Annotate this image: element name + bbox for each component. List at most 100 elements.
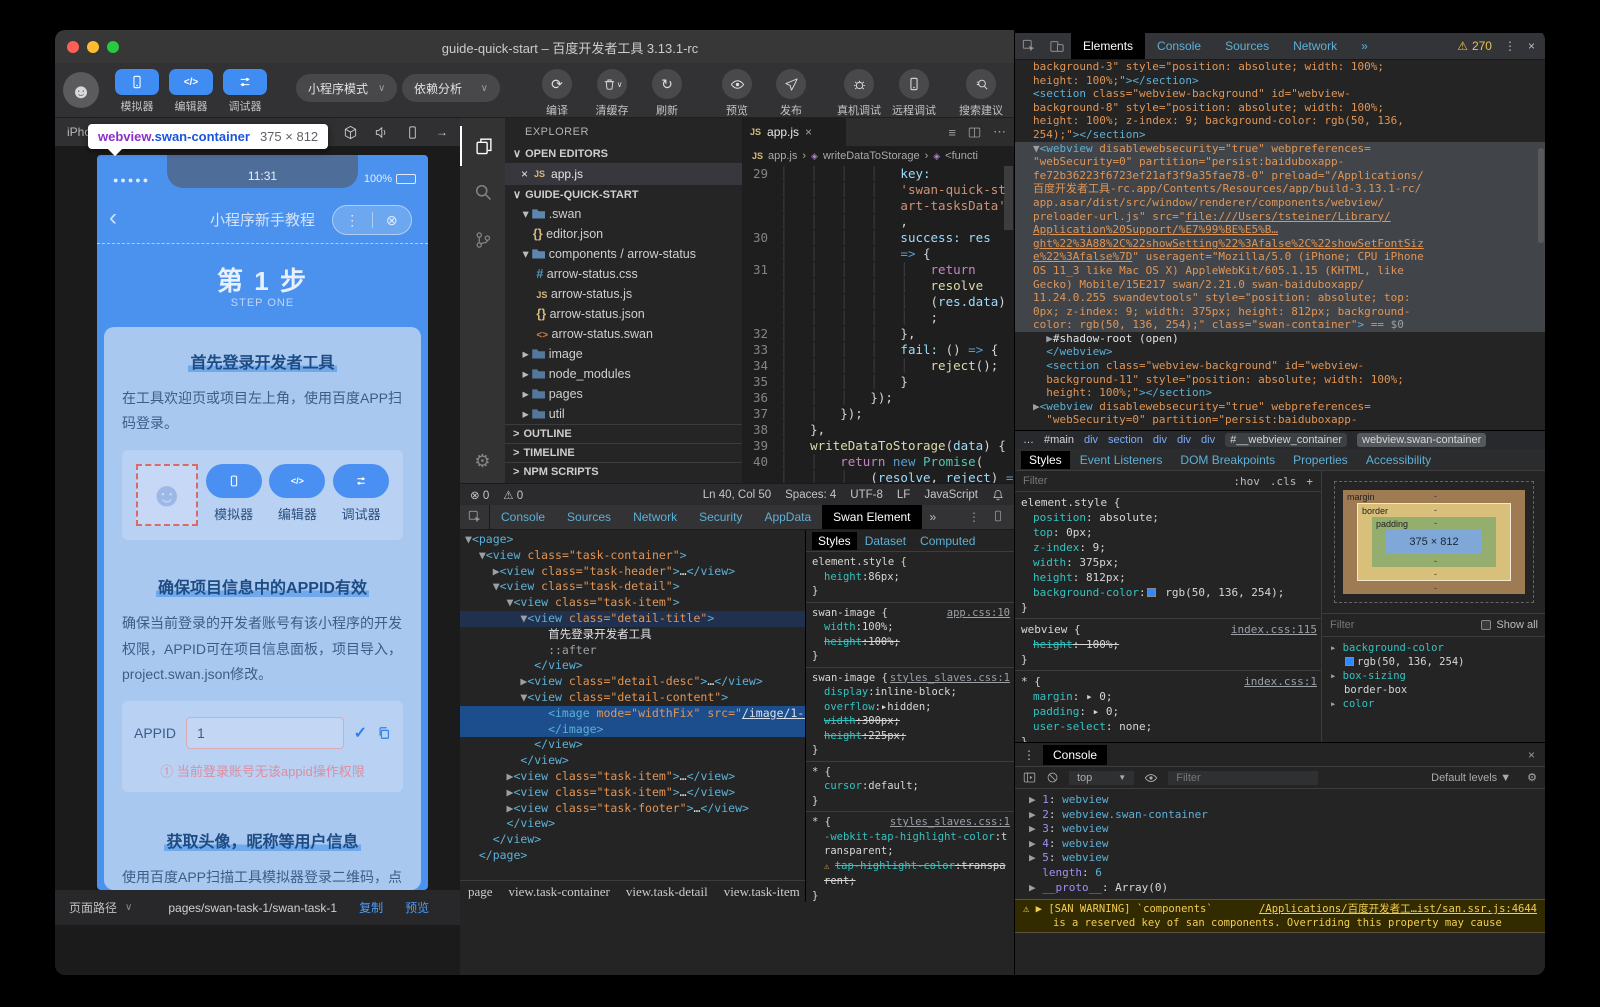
- css-property[interactable]: top: 0px;: [1021, 525, 1317, 540]
- code-line[interactable]: │ │ │ │ art-tasksData': [742, 198, 1014, 214]
- console-tab[interactable]: Console: [1043, 745, 1107, 765]
- more-actions-icon[interactable]: ⋯: [993, 124, 1006, 140]
- console-entry[interactable]: ▶ __proto__: Array(0): [1029, 881, 1545, 896]
- dom-tree-line[interactable]: height: 100%; z-index: 9; background-col…: [1015, 114, 1545, 128]
- crumb-selected[interactable]: webview.swan-container: [1357, 433, 1486, 447]
- tab-event-listeners[interactable]: Event Listeners: [1072, 451, 1171, 469]
- rotate-device-icon[interactable]: [405, 125, 420, 140]
- editor-scrollbar[interactable]: [1004, 166, 1013, 230]
- crumb[interactable]: #__webview_container: [1225, 433, 1347, 447]
- outline-section[interactable]: >OUTLINE: [505, 424, 742, 443]
- dom-tree-line[interactable]: background-3" style="position: absolute;…: [1015, 60, 1545, 74]
- encoding[interactable]: UTF-8: [850, 489, 883, 501]
- crumb[interactable]: #main: [1044, 434, 1074, 446]
- bell-icon[interactable]: [992, 489, 1004, 501]
- file-tree-item[interactable]: ▸ util: [505, 404, 742, 424]
- code-line[interactable]: │ │ │ │ ,: [742, 214, 1014, 230]
- css-rule[interactable]: index.css:115webview {height: 100%;}: [1015, 619, 1321, 671]
- console-settings-gear-icon[interactable]: ⚙: [1527, 771, 1537, 784]
- computed-property[interactable]: ▸ color: [1330, 697, 1538, 711]
- close-window-button[interactable]: [67, 41, 79, 53]
- element-tree-node[interactable]: </page>: [460, 848, 805, 864]
- expand-arrow-icon[interactable]: ▶: [1036, 902, 1042, 916]
- css-property[interactable]: padding: ▸ 0;: [1021, 704, 1317, 719]
- tab-elements[interactable]: Elements: [1071, 33, 1145, 59]
- tab-console[interactable]: Console: [1145, 33, 1213, 59]
- explorer-icon[interactable]: [460, 126, 505, 166]
- kebab-menu-icon[interactable]: ⋮: [1015, 748, 1043, 762]
- code-line[interactable]: 36│ │ │ });: [742, 390, 1014, 406]
- css-property[interactable]: position: absolute;: [1021, 510, 1317, 525]
- language-mode[interactable]: JavaScript: [924, 489, 978, 501]
- editor-breadcrumb[interactable]: JS app.js› ◈ writeDataToStorage› ◈ <func…: [742, 146, 1014, 166]
- indentation[interactable]: Spaces: 4: [785, 489, 836, 501]
- console-log[interactable]: ▶ 1: webview▶ 2: webview.swan-container▶…: [1015, 789, 1545, 895]
- confirm-check-icon[interactable]: ✓: [354, 723, 367, 743]
- swan-element-tree[interactable]: ▼<page> ▼<view class="task-container"> ▶…: [460, 530, 805, 880]
- user-avatar[interactable]: ☻: [63, 72, 99, 108]
- expand-arrow-icon[interactable]: →: [436, 125, 448, 139]
- maximize-window-button[interactable]: [107, 41, 119, 53]
- cube-icon[interactable]: [343, 125, 358, 140]
- tab-network[interactable]: Network: [1281, 33, 1349, 59]
- tab-dom-breakpoints[interactable]: DOM Breakpoints: [1172, 451, 1283, 469]
- dependency-analysis-dropdown[interactable]: 依赖分析∨: [402, 74, 500, 102]
- console-entry[interactable]: ▶ 3: webview: [1029, 822, 1545, 837]
- dom-tree-line[interactable]: OS 11_3 like Mac OS X) AppleWebKit/605.1…: [1015, 264, 1545, 278]
- code-line[interactable]: 30│ │ │ │ success: res: [742, 230, 1014, 246]
- element-tree-node[interactable]: ▼<page>: [460, 532, 805, 548]
- copy-icon[interactable]: [377, 726, 391, 740]
- css-property[interactable]: user-select: none;: [1021, 719, 1317, 734]
- code-line[interactable]: │ │ │ │ │ (res.data): [742, 294, 1014, 310]
- console-entry[interactable]: ▶ 5: webview: [1029, 851, 1545, 866]
- dom-tree-line[interactable]: e%22%3Afalse%7D" useragent="Mozilla/5.0 …: [1015, 250, 1545, 264]
- preview-button[interactable]: 预览: [709, 69, 765, 118]
- dom-tree-line[interactable]: 254);"></section>: [1015, 128, 1545, 142]
- console-entry[interactable]: length: 6: [1029, 866, 1545, 881]
- code-line[interactable]: │ │ │ │ => {: [742, 246, 1014, 262]
- css-property[interactable]: width:300px;: [812, 714, 1010, 729]
- dom-tree-line[interactable]: ▼<webview disablewebsecurity="true" webp…: [1015, 142, 1545, 156]
- tab-app-js[interactable]: JS app.js ×: [742, 118, 846, 146]
- tab-accessibility[interactable]: Accessibility: [1358, 451, 1439, 469]
- element-tree-node[interactable]: </image>: [460, 722, 805, 738]
- css-property[interactable]: margin: ▸ 0;: [1021, 689, 1317, 704]
- miniprogram-mode-dropdown[interactable]: 小程序模式∨: [296, 74, 397, 102]
- css-property[interactable]: width:100%;: [812, 620, 1010, 635]
- element-tree-node[interactable]: ▶<view class="task-item">…</view>: [460, 785, 805, 801]
- code-line[interactable]: │ │ │ │ │ ;: [742, 310, 1014, 326]
- log-levels-dropdown[interactable]: Default levels ▼: [1431, 772, 1511, 784]
- crumb[interactable]: div: [1153, 434, 1167, 446]
- css-property[interactable]: width: 375px;: [1021, 555, 1317, 570]
- crumb[interactable]: div: [1177, 434, 1191, 446]
- tab-styles[interactable]: Styles: [812, 532, 857, 550]
- crumb[interactable]: …: [1023, 434, 1034, 446]
- css-source-link[interactable]: index.css:115: [1231, 622, 1317, 637]
- source-control-icon[interactable]: [460, 220, 505, 260]
- preview-path-link[interactable]: 预览: [405, 899, 429, 916]
- elements-tree[interactable]: background-3" style="position: absolute;…: [1015, 60, 1545, 430]
- tab-security[interactable]: Security: [688, 505, 753, 529]
- open-editor-item[interactable]: × JS app.js: [505, 163, 742, 185]
- css-property[interactable]: overflow:▸hidden;: [812, 700, 1010, 715]
- cls-toggle[interactable]: .cls: [1270, 475, 1297, 488]
- css-rule[interactable]: app.css:10swan-image {width:100%;height:…: [806, 603, 1014, 668]
- code-line[interactable]: │ │ │ │ 'swan-quick-st: [742, 182, 1014, 198]
- element-tree-node[interactable]: ▶<view class="task-item">…</view>: [460, 769, 805, 785]
- css-rule[interactable]: styles_slaves.css:1* {-webkit-tap-highli…: [806, 812, 1014, 902]
- dom-tree-line[interactable]: "webSecurity=0" partition="persist:baidu…: [1015, 155, 1545, 169]
- code-line[interactable]: 34│ │ │ │ │ reject();: [742, 358, 1014, 374]
- file-tree-item[interactable]: ▸ image: [505, 344, 742, 364]
- dom-tree-line[interactable]: ▶<webview disablewebsecurity="true" webp…: [1015, 400, 1545, 414]
- console-entry[interactable]: ▶ 1: webview: [1029, 793, 1545, 808]
- element-tree-node[interactable]: ::after: [460, 643, 805, 659]
- crumb[interactable]: view.task-item: [724, 884, 800, 900]
- crumb[interactable]: div: [1201, 434, 1215, 446]
- console-warning[interactable]: ⚠ ▶ [SAN WARNING] `components` /Applicat…: [1015, 899, 1545, 933]
- source-link[interactable]: /Applications/百度开发者工…ist/san.ssr.js:4644: [1259, 902, 1537, 916]
- editor-toggle-button[interactable]: </> 编辑器: [165, 69, 217, 114]
- real-device-debug-button[interactable]: 真机调试: [831, 69, 887, 118]
- dom-tree-line[interactable]: fe72b36223f6723ef21af3f9a35fae78-0" prel…: [1015, 169, 1545, 183]
- element-tree-node[interactable]: </view>: [460, 753, 805, 769]
- sound-icon[interactable]: [374, 125, 389, 140]
